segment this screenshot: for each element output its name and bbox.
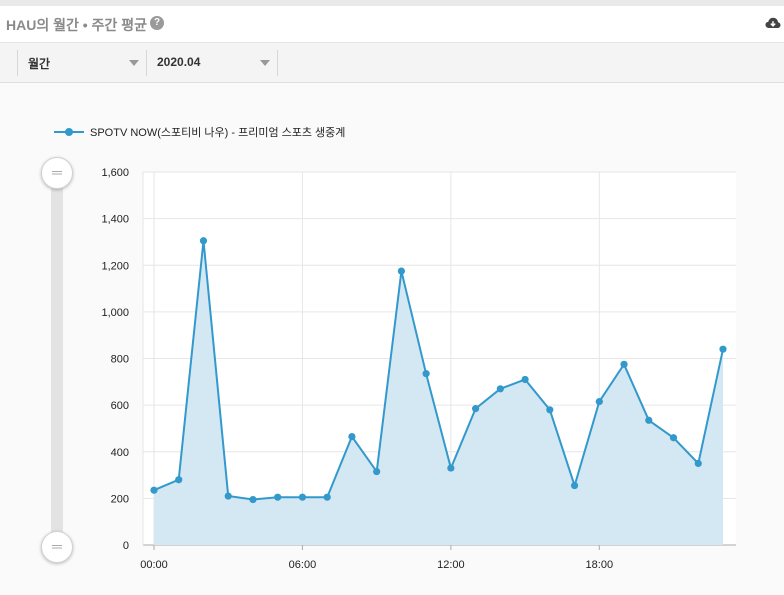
data-point[interactable] [224,492,232,500]
data-point[interactable] [620,360,628,368]
data-point[interactable] [348,432,356,441]
x-tick-label: 00:00 [140,559,168,571]
chart-legend[interactable]: SPOTV NOW(스포티비 나우) - 프리미엄 스포츠 생중계 [54,126,345,139]
data-point[interactable] [298,493,307,501]
y-tick-label: 600 [111,400,129,412]
y-tick-label: 200 [111,493,129,505]
data-point[interactable] [150,486,158,494]
data-point[interactable] [645,416,653,424]
data-point[interactable] [447,464,455,472]
data-point[interactable] [397,267,405,275]
data-point[interactable] [669,434,678,442]
y-tick-label: 400 [111,447,129,459]
data-point[interactable] [521,375,529,384]
x-tick-label: 18:00 [586,559,614,571]
data-point[interactable] [422,370,430,378]
data-point[interactable] [199,237,208,245]
data-point[interactable] [496,385,504,393]
data-point[interactable] [249,495,257,504]
data-point[interactable] [570,481,579,490]
y-tick-label: 1,600 [101,167,129,179]
hau-line-chart: SPOTV NOW(스포티비 나우) - 프리미엄 스포츠 생중계 0 200 40… [54,126,736,571]
y-axis-labels: 0 200 400 600 800 1,000 1,200 1,400 1,600 [101,167,129,552]
data-point[interactable] [472,405,480,413]
data-point[interactable] [373,467,381,476]
y-tick-label: 0 [123,540,129,552]
data-point[interactable] [175,476,183,484]
data-point[interactable] [323,493,331,501]
data-point[interactable] [719,345,727,353]
y-tick-label: 1,400 [101,214,129,226]
data-point[interactable] [274,493,282,501]
data-point[interactable] [595,398,603,406]
data-point[interactable] [694,459,702,468]
data-point[interactable] [546,406,554,414]
x-axis-labels: 00:00 06:00 12:00 18:00 [140,559,613,571]
legend-label: SPOTV NOW(스포티비 나우) - 프리미엄 스포츠 생중계 [90,126,345,139]
x-tick-label: 06:00 [289,559,317,571]
x-tick-label: 12:00 [437,559,465,571]
legend-marker [65,128,73,136]
y-tick-label: 1,200 [101,260,129,272]
y-tick-label: 800 [111,354,129,366]
y-tick-label: 1,000 [101,307,129,319]
